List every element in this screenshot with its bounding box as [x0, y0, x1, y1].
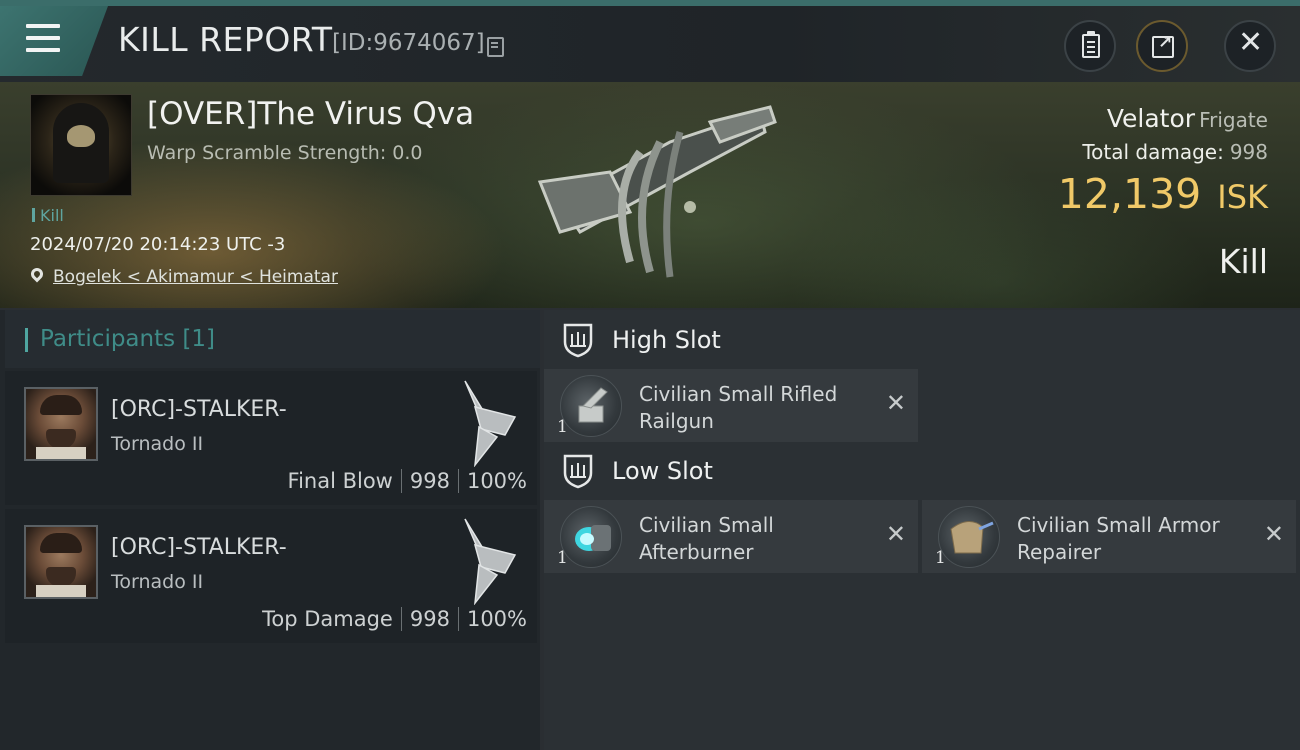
- module-name: Civilian Small Afterburner: [639, 513, 774, 564]
- participants-title: Participants [1]: [40, 326, 215, 352]
- map-pin-icon: [28, 265, 46, 283]
- ship-name[interactable]: Velator Frigate: [1107, 104, 1268, 133]
- ship-class: Frigate: [1199, 108, 1268, 132]
- warp-scramble-strength: Warp Scramble Strength: 0.0: [147, 142, 423, 164]
- module-quantity: 1: [557, 417, 568, 437]
- participants-header[interactable]: Participants [1]: [5, 310, 540, 368]
- isk-value: 12,139 ISK: [1058, 170, 1268, 218]
- high-slot-title: High Slot: [612, 326, 721, 354]
- module-name: Civilian Small Armor Repairer: [1017, 513, 1220, 564]
- module-name: Civilian Small Rifled Railgun: [639, 382, 838, 433]
- menu-button[interactable]: [0, 6, 108, 76]
- module-quantity: 1: [935, 548, 946, 568]
- participant-percent: 100%: [466, 607, 527, 631]
- participant-avatar[interactable]: [24, 387, 98, 461]
- participant-name: [ORC]-STALKER-: [111, 397, 287, 422]
- participant-row[interactable]: [ORC]-STALKER- Tornado II Top Damage 998 1…: [5, 509, 537, 643]
- participant-name: [ORC]-STALKER-: [111, 535, 287, 560]
- ship-render-image: [537, 105, 777, 278]
- low-slot-title: Low Slot: [612, 457, 713, 485]
- clipboard-button[interactable]: [1064, 20, 1116, 72]
- isk-unit: ISK: [1217, 178, 1268, 216]
- afterburner-icon: [560, 506, 622, 568]
- ship-type-name: Velator: [1106, 104, 1196, 133]
- close-button[interactable]: ✕: [1224, 20, 1276, 72]
- participant-damage: 998: [409, 469, 450, 493]
- header-bar: KILL REPORT [ID:9674067] ✕: [0, 6, 1300, 82]
- location-link[interactable]: Bogelek < Akimamur < Heimatar: [53, 267, 338, 287]
- fitting-panel: High Slot 1 Civilian Small Rifled Railgu…: [544, 310, 1300, 750]
- participant-percent: 100%: [466, 469, 527, 493]
- participant-ship: Tornado II: [111, 433, 204, 455]
- close-icon: ✕: [1238, 25, 1264, 60]
- participant-stats: Final Blow 998 100%: [288, 469, 527, 493]
- page-title: KILL REPORT: [118, 20, 333, 59]
- participant-role: Final Blow: [287, 469, 393, 493]
- total-damage-label: Total damage:: [1082, 140, 1224, 164]
- ship-icon: [464, 518, 517, 605]
- shield-slot-icon: [563, 323, 593, 358]
- total-damage: Total damage: 998: [1082, 140, 1268, 164]
- participant-role: Top Damage: [262, 607, 393, 631]
- kill-timestamp: 2024/07/20 20:14:23 UTC -3: [30, 234, 286, 255]
- module-quantity: 1: [557, 548, 568, 568]
- copy-icon[interactable]: [487, 37, 504, 57]
- kill-tag: Kill: [32, 206, 64, 225]
- railgun-icon: [560, 375, 622, 437]
- total-damage-value: 998: [1229, 140, 1268, 164]
- kill-id: [ID:9674067]: [332, 30, 485, 56]
- module-item[interactable]: 1 Civilian Small Rifled Railgun ✕: [544, 369, 918, 442]
- x-icon: ✕: [885, 389, 906, 417]
- participant-damage: 998: [409, 607, 450, 631]
- ship-icon: [464, 380, 517, 467]
- isk-amount: 12,139: [1057, 170, 1202, 218]
- x-icon: ✕: [885, 520, 906, 548]
- victim-banner: [OVER]The Virus Qva Warp Scramble Streng…: [0, 82, 1300, 308]
- victim-name[interactable]: [OVER]The Virus Qva: [147, 96, 474, 132]
- shield-slot-icon: [563, 454, 593, 489]
- armor-repairer-icon: [938, 506, 1000, 568]
- module-item[interactable]: 1 Civilian Small Armor Repairer ✕: [922, 500, 1296, 573]
- participant-avatar[interactable]: [24, 525, 98, 599]
- clipboard-icon: [1082, 31, 1100, 58]
- participants-panel: Participants [1] [ORC]-STALKER- Tornado …: [0, 310, 540, 750]
- share-button[interactable]: [1136, 20, 1188, 72]
- victim-avatar[interactable]: [30, 94, 132, 196]
- participant-row[interactable]: [ORC]-STALKER- Tornado II Final Blow 998 1…: [5, 371, 537, 505]
- share-icon: [1152, 33, 1174, 58]
- x-icon: ✕: [1263, 520, 1284, 548]
- participant-ship: Tornado II: [111, 571, 204, 593]
- module-item[interactable]: 1 Civilian Small Afterburner ✕: [544, 500, 918, 573]
- participant-stats: Top Damage 998 100%: [262, 607, 527, 631]
- kill-type-label: Kill: [1218, 242, 1268, 281]
- hamburger-menu-icon: [26, 24, 60, 54]
